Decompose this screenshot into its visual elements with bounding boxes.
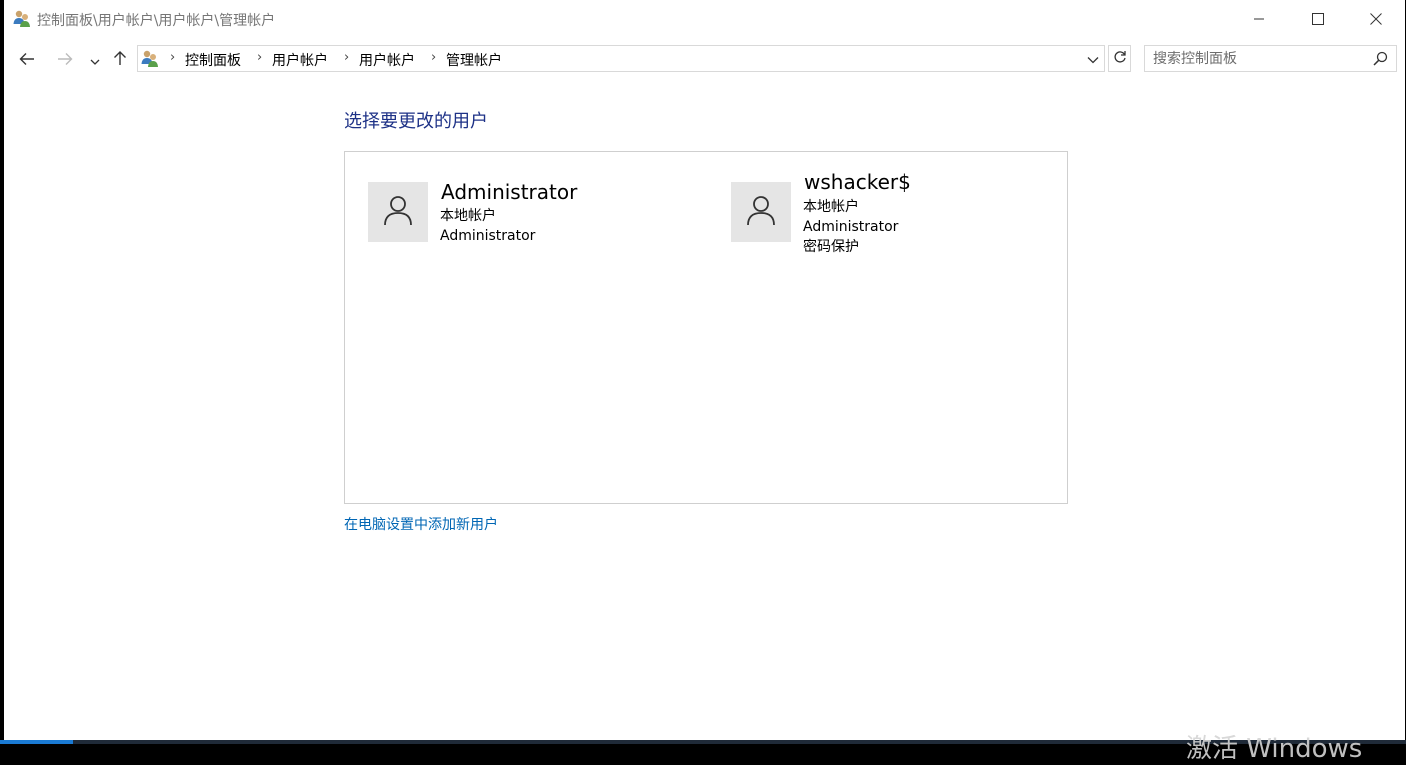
maximize-icon bbox=[1312, 10, 1324, 29]
search-box[interactable] bbox=[1144, 45, 1397, 72]
breadcrumb-separator-icon[interactable]: › bbox=[344, 50, 349, 65]
maximize-button[interactable] bbox=[1289, 0, 1347, 38]
user-account-type: 本地帐户 bbox=[440, 208, 496, 224]
forward-button bbox=[52, 44, 78, 76]
search-icon[interactable] bbox=[1373, 51, 1388, 70]
user-silhouette-icon bbox=[383, 194, 413, 230]
user-silhouette-icon bbox=[746, 194, 776, 230]
user-group: Administrator bbox=[440, 228, 536, 244]
search-input[interactable] bbox=[1153, 49, 1363, 69]
close-button[interactable] bbox=[1347, 0, 1405, 38]
avatar bbox=[368, 182, 428, 242]
refresh-icon bbox=[1113, 49, 1127, 68]
add-new-user-link[interactable]: 在电脑设置中添加新用户 bbox=[344, 514, 498, 534]
back-arrow-icon bbox=[19, 51, 35, 70]
user-accounts-icon bbox=[12, 9, 32, 29]
user-password-status: 密码保护 bbox=[803, 239, 859, 255]
recent-locations-button[interactable] bbox=[86, 44, 104, 76]
control-panel-window: 控制面板\用户帐户\用户帐户\管理帐户 › 控制面板 › 用户帐户 › 用户帐户… bbox=[4, 0, 1405, 740]
forward-arrow-icon bbox=[57, 51, 73, 70]
breadcrumb-user-accounts[interactable]: 用户帐户 bbox=[272, 50, 328, 70]
user-group: Administrator bbox=[803, 219, 899, 235]
user-card-administrator[interactable]: Administrator 本地帐户 Administrator bbox=[368, 180, 608, 262]
address-bar[interactable]: › 控制面板 › 用户帐户 › 用户帐户 › 管理帐户 bbox=[137, 45, 1105, 72]
address-dropdown-button[interactable] bbox=[1082, 46, 1104, 71]
breadcrumb-separator-icon[interactable]: › bbox=[257, 50, 262, 65]
breadcrumb-control-panel[interactable]: 控制面板 bbox=[185, 50, 241, 70]
user-account-type: 本地帐户 bbox=[803, 199, 859, 215]
breadcrumb-separator-icon[interactable]: › bbox=[431, 50, 436, 65]
breadcrumb-manage-accounts[interactable]: 管理帐户 bbox=[446, 50, 502, 70]
avatar bbox=[731, 182, 791, 242]
minimize-icon bbox=[1253, 10, 1265, 29]
user-accounts-icon bbox=[140, 49, 160, 69]
chevron-down-icon bbox=[1087, 49, 1099, 68]
activation-watermark: 激活 Windows bbox=[1186, 734, 1363, 764]
taskbar-start-accent bbox=[0, 740, 73, 744]
recent-locations-chevron-icon bbox=[90, 51, 100, 70]
back-button[interactable] bbox=[14, 44, 40, 76]
user-list-panel: Administrator 本地帐户 Administrator wshacke… bbox=[344, 151, 1068, 504]
user-card-wshacker[interactable]: wshacker$ 本地帐户 Administrator 密码保护 bbox=[731, 170, 971, 262]
user-name: wshacker$ bbox=[804, 170, 911, 194]
up-button[interactable] bbox=[110, 44, 130, 76]
title-bar: 控制面板\用户帐户\用户帐户\管理帐户 bbox=[4, 0, 1405, 38]
refresh-button[interactable] bbox=[1108, 45, 1131, 72]
user-name: Administrator bbox=[441, 180, 578, 204]
page-title: 选择要更改的用户 bbox=[344, 111, 488, 132]
breadcrumb-user-accounts-2[interactable]: 用户帐户 bbox=[359, 50, 415, 70]
up-arrow-icon bbox=[113, 50, 127, 70]
minimize-button[interactable] bbox=[1230, 0, 1288, 38]
close-icon bbox=[1370, 10, 1382, 29]
breadcrumb-separator-icon: › bbox=[170, 50, 176, 65]
window-title: 控制面板\用户帐户\用户帐户\管理帐户 bbox=[37, 13, 276, 29]
